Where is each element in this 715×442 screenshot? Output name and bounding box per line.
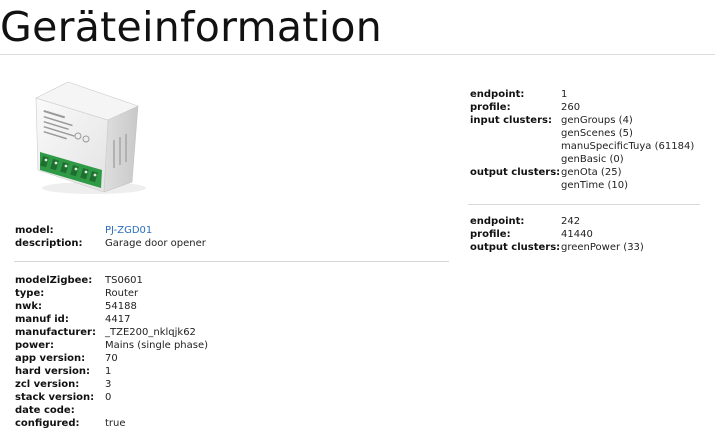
label-empty [470, 140, 561, 153]
endpoint-row: output clusters: genOta (25) [470, 166, 694, 179]
section-divider [14, 261, 449, 262]
label-manufacturer: manufacturer: [15, 327, 96, 338]
info-row: manuf id: 4417 [15, 313, 208, 326]
endpoint-row: output clusters: greenPower (33) [470, 241, 644, 254]
label-nwk: nwk: [15, 301, 43, 312]
info-row: manufacturer: _TZE200_nklqjk62 [15, 326, 208, 339]
label-empty [470, 179, 561, 192]
label-app-version: app version: [15, 353, 86, 364]
device-details: modelZigbee: TS0601 type: Router nwk: 54188… [15, 274, 208, 430]
value-type: Router [105, 288, 139, 299]
info-row: power: Mains (single phase) [15, 339, 208, 352]
label-model: model: [15, 225, 54, 236]
label-configured: configured: [15, 418, 80, 429]
info-row: app version: 70 [15, 352, 208, 365]
title-divider [0, 54, 715, 55]
value-hard-version: 1 [105, 366, 112, 377]
label-empty [470, 127, 561, 140]
info-row: modelZigbee: TS0601 [15, 274, 208, 287]
cluster-value: genScenes (5) [561, 128, 633, 139]
value-manufacturer: _TZE200_nklqjk62 [105, 327, 196, 338]
info-row: type: Router [15, 287, 208, 300]
endpoint-2-info: endpoint: 242 profile: 41440 output cluste… [470, 215, 644, 254]
value-power: Mains (single phase) [105, 340, 209, 351]
value-nwk: 54188 [105, 301, 137, 312]
value-endpoint: 1 [561, 89, 568, 100]
label-hard-version: hard version: [15, 366, 91, 377]
info-row: hard version: 1 [15, 365, 208, 378]
device-image [35, 81, 146, 194]
value-app-version: 70 [105, 353, 118, 364]
value-configured: true [105, 418, 126, 429]
cluster-value: manuSpecificTuya (61184) [561, 141, 695, 152]
endpoint-row: profile: 260 [470, 101, 694, 114]
value-endpoint: 242 [561, 216, 581, 227]
info-row: zcl version: 3 [15, 378, 208, 391]
endpoint-row: genScenes (5) [470, 127, 694, 140]
value-profile: 41440 [561, 229, 593, 240]
label-profile: profile: [470, 102, 511, 113]
endpoint-row: genBasic (0) [470, 153, 694, 166]
endpoint-row: manuSpecificTuya (61184) [470, 140, 694, 153]
label-output-clusters: output clusters: [470, 242, 561, 253]
cluster-value: greenPower (33) [561, 242, 644, 253]
info-row: date code: [15, 404, 208, 417]
cluster-value: genBasic (0) [561, 154, 624, 165]
value-manuf-id: 4417 [105, 314, 131, 325]
label-manuf-id: manuf id: [15, 314, 69, 325]
label-input-clusters: input clusters: [470, 115, 552, 126]
label-description: description: [15, 238, 83, 249]
endpoint-1-info: endpoint: 1 profile: 260 input clusters: ge… [470, 88, 694, 192]
cluster-value: genOta (25) [561, 167, 622, 178]
value-profile: 260 [561, 102, 581, 113]
endpoint-divider [468, 204, 700, 205]
device-basic-info: model: PJ-ZGD01 description: Garage door… [15, 224, 206, 250]
value-description: Garage door opener [105, 238, 206, 249]
label-date-code: date code: [15, 405, 75, 416]
endpoint-row: endpoint: 1 [470, 88, 694, 101]
info-row: configured: true [15, 417, 208, 430]
label-endpoint: endpoint: [470, 216, 525, 227]
label-output-clusters: output clusters: [470, 167, 561, 178]
endpoint-row: genTime (10) [470, 179, 694, 192]
info-row: stack version: 0 [15, 391, 208, 404]
value-modelzigbee: TS0601 [105, 275, 143, 286]
label-power: power: [15, 340, 54, 351]
label-zcl-version: zcl version: [15, 379, 80, 390]
info-row: nwk: 54188 [15, 300, 208, 313]
label-stack-version: stack version: [15, 392, 95, 403]
endpoint-row: profile: 41440 [470, 228, 644, 241]
value-stack-version: 0 [105, 392, 112, 403]
endpoint-row: input clusters: genGroups (4) [470, 114, 694, 127]
endpoint-row: endpoint: 242 [470, 215, 644, 228]
label-empty [470, 153, 561, 166]
model-link[interactable]: PJ-ZGD01 [105, 224, 152, 237]
label-modelzigbee: modelZigbee: [15, 275, 93, 286]
cluster-value: genTime (10) [561, 180, 629, 191]
cluster-value: genGroups (4) [561, 115, 633, 126]
label-endpoint: endpoint: [470, 89, 525, 100]
value-zcl-version: 3 [105, 379, 112, 390]
label-type: type: [15, 288, 45, 299]
info-row-description: description: Garage door opener [15, 237, 206, 250]
label-profile: profile: [470, 229, 511, 240]
page-title: Geräteinformation [0, 3, 383, 51]
info-row-model: model: PJ-ZGD01 [15, 224, 206, 237]
